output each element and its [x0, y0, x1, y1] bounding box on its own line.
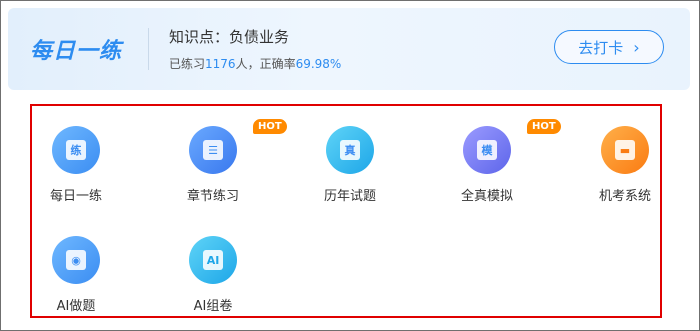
robot-icon: ◉ — [52, 236, 100, 284]
computer-icon: ▬ — [601, 126, 649, 174]
mode-label: 机考系统 — [598, 189, 651, 204]
mode-chapter-practice[interactable]: ☰ HOT 章节练习 — [163, 119, 287, 204]
document-icon: ☰ HOT — [189, 119, 287, 174]
hot-badge: HOT — [253, 119, 287, 134]
practice-stats: 已练习1176人，正确率69.98% — [169, 55, 341, 72]
practice-count: 1176 — [205, 57, 236, 71]
mode-label: 每日一练 — [49, 189, 102, 204]
mode-label: AI做题 — [56, 299, 96, 314]
mode-computer-exam[interactable]: ▬ 机考系统 — [575, 126, 675, 204]
mode-label: AI组卷 — [193, 299, 233, 314]
exam-paper-icon: 真 — [326, 126, 374, 174]
practice-icon: 练 — [52, 126, 100, 174]
mode-mock-exam[interactable]: 模 HOT 全真模拟 — [437, 119, 561, 204]
accuracy-rate: 69.98% — [295, 57, 342, 71]
hot-badge: HOT — [527, 119, 561, 134]
mode-label: 全真模拟 — [460, 189, 513, 204]
mode-label: 章节练习 — [186, 189, 239, 204]
topic-title: 知识点：负债业务 — [169, 28, 290, 46]
stats-mid: 人，正确率 — [235, 57, 296, 71]
brand-title: 每日一练 — [30, 39, 123, 64]
mode-label: 历年试题 — [323, 189, 376, 204]
mode-ai-practice[interactable]: ◉ AI做题 — [26, 236, 126, 314]
mock-exam-icon: 模 HOT — [463, 119, 561, 174]
check-in-label: 去打卡 — [578, 38, 624, 57]
check-in-button[interactable]: 去打卡 › — [554, 30, 664, 64]
stats-prefix: 已练习 — [169, 57, 206, 71]
daily-practice-banner: 每日一练 知识点：负债业务 已练习1176人，正确率69.98% 去打卡 › — [8, 8, 690, 90]
ai-paper-icon: AI — [189, 236, 237, 284]
mode-past-exams[interactable]: 真 历年试题 — [300, 126, 400, 204]
mode-ai-paper[interactable]: AI AI组卷 — [163, 236, 263, 314]
chevron-right-icon: › — [633, 37, 640, 57]
divider — [148, 28, 149, 70]
practice-modes-panel: 练 每日一练 ☰ HOT 章节练习 真 历年试题 模 HOT 全真模拟 ▬ 机考… — [30, 104, 662, 318]
mode-daily-practice[interactable]: 练 每日一练 — [26, 126, 126, 204]
